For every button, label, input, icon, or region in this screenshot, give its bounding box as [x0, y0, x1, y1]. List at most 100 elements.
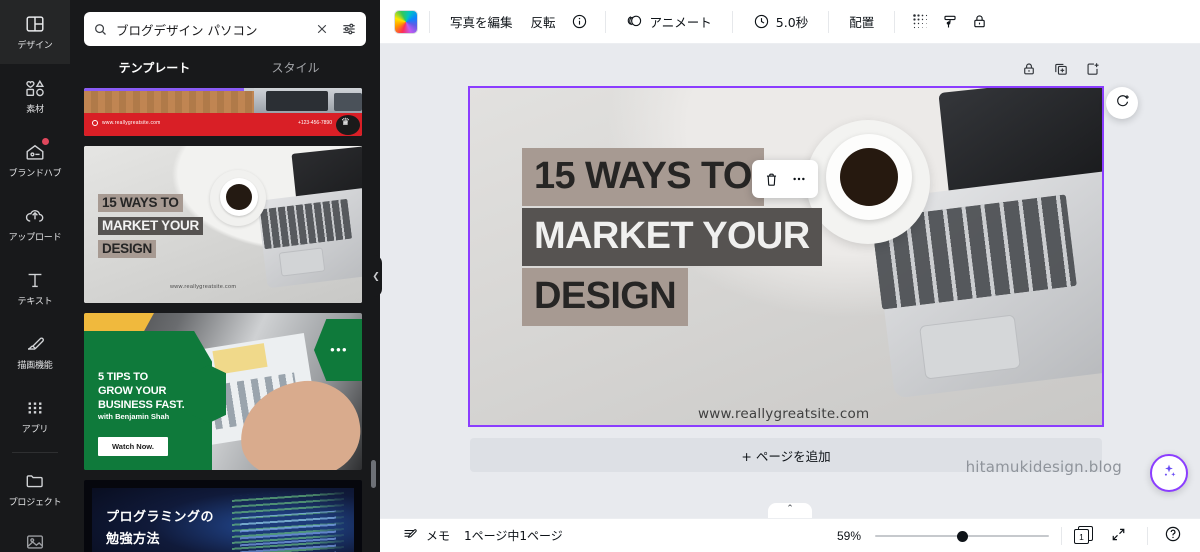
templates-panel: ブログデザイン パソコン テンプレート スタイル www.reallygreat…: [70, 0, 380, 552]
status-divider: [1061, 526, 1062, 545]
apps-icon: [24, 397, 46, 419]
arrange-button[interactable]: 配置: [840, 7, 883, 37]
design-headline-line-1[interactable]: 15 WAYS TO: [522, 148, 764, 206]
image-icon: [24, 531, 46, 552]
template-thumbnail[interactable]: 15 WAYS TO MARKET YOUR DESIGN www.really…: [84, 146, 362, 303]
design-page[interactable]: 15 WAYS TO MARKET YOUR DESIGN www.really…: [468, 86, 1104, 427]
expand-icon: [1110, 526, 1127, 546]
sidebar-item-brand-hub[interactable]: ブランドハブ: [0, 128, 70, 192]
more-dots-icon[interactable]: [787, 167, 811, 191]
zoom-slider-knob[interactable]: [957, 530, 968, 542]
rotate-button[interactable]: [1106, 87, 1138, 119]
search-icon: [93, 22, 108, 37]
template-thumbnail[interactable]: プログラミングの 勉強方法 HOW TO STUDY PROGRAMMING: [84, 480, 362, 552]
more-dots-icon: •••: [330, 342, 348, 357]
animate-icon: [626, 13, 644, 31]
thumb-line-1: 5 TIPS TO: [98, 371, 148, 383]
canvas-area[interactable]: 15 WAYS TO MARKET YOUR DESIGN www.really…: [380, 44, 1200, 518]
rotate-icon: [1114, 92, 1131, 114]
chevron-up-icon: ⌃: [786, 503, 794, 513]
sidebar-item-design[interactable]: デザイン: [0, 0, 70, 64]
sidebar-item-label: アプリ: [21, 424, 49, 434]
transparency-button[interactable]: [906, 7, 936, 37]
delete-icon[interactable]: [760, 167, 784, 191]
search-value: ブログデザイン パソコン: [116, 22, 258, 38]
magic-assistant-button[interactable]: [1150, 454, 1188, 492]
sidebar-item-text[interactable]: テキスト: [0, 256, 70, 320]
edit-photo-button[interactable]: 写真を編集: [441, 7, 522, 37]
rail-divider: [12, 452, 58, 453]
search-input[interactable]: ブログデザイン パソコン: [84, 12, 366, 46]
flip-button[interactable]: 反転: [522, 7, 565, 37]
template-thumbnail[interactable]: ••• 5 TIPS TO GROW YOUR BUSINESS FAST. w…: [84, 313, 362, 470]
sidebar-item-label: デザイン: [17, 40, 53, 50]
tab-templates[interactable]: テンプレート: [84, 59, 225, 85]
info-button[interactable]: [565, 7, 594, 37]
template-thumbnail[interactable]: www.reallygreatsite.com +123-456-7890: [84, 88, 362, 136]
notes-button[interactable]: メモ: [394, 523, 458, 549]
sidebar-item-label: 描画機能: [17, 360, 53, 370]
sidebar-item-projects[interactable]: プロジェクト: [0, 457, 70, 521]
panel-collapse-handle[interactable]: ❮: [370, 255, 382, 297]
sidebar-item-label: 素材: [26, 104, 44, 114]
duration-label: 5.0秒: [775, 15, 809, 30]
add-page-icon[interactable]: [1084, 60, 1102, 78]
fullscreen-button[interactable]: [1102, 523, 1135, 549]
thumb-line-3: BUSINESS FAST.: [98, 398, 185, 411]
thumb-code-lines-2: [240, 510, 336, 552]
help-button[interactable]: [1160, 523, 1186, 549]
flip-label: 反転: [530, 15, 556, 30]
magic-sparkle-icon: [1159, 461, 1179, 486]
notes-label: メモ: [426, 529, 451, 543]
page-grid-icon[interactable]: 1: [1074, 526, 1094, 545]
design-headline-line-2[interactable]: MARKET YOUR: [522, 208, 822, 266]
sidebar-item-label: アップロード: [8, 232, 62, 242]
sidebar-item-label: プロジェクト: [8, 497, 62, 507]
lock-button[interactable]: [965, 7, 994, 37]
thumb-url: www.reallygreatsite.com: [170, 284, 237, 290]
design-url-text[interactable]: www.reallygreatsite.com: [698, 406, 869, 422]
sidebar-item-apps[interactable]: アプリ: [0, 384, 70, 448]
design-icon: [24, 13, 46, 35]
thumb-device-2: [334, 93, 362, 111]
thumb-device: [266, 91, 328, 111]
globe-icon: [92, 120, 98, 126]
sidebar-item-label: ブランドハブ: [8, 168, 62, 178]
rainbow-color-swatch[interactable]: [394, 9, 418, 34]
left-icon-rail: デザイン 素材 ブランドハブ アップロード テキスト 描画機能 アプリ プロジェ…: [0, 0, 70, 552]
design-headline-line-3[interactable]: DESIGN: [522, 268, 689, 326]
notes-icon: [402, 526, 419, 546]
animate-button[interactable]: アニメート: [617, 7, 721, 37]
sidebar-item-partial[interactable]: [0, 521, 70, 551]
element-float-toolbar: [752, 160, 818, 198]
page-grid-front: 1: [1074, 529, 1089, 544]
template-thumbnail-list: www.reallygreatsite.com +123-456-7890 15…: [84, 88, 366, 552]
thumb-line-3: DESIGN: [98, 240, 156, 258]
thumb-wood: [84, 91, 254, 113]
lock-icon[interactable]: [1020, 60, 1038, 78]
notification-badge: [42, 138, 49, 145]
panel-scrollbar[interactable]: [371, 460, 376, 488]
paint-roller-button[interactable]: [936, 7, 965, 37]
toolbar-divider: [894, 10, 896, 33]
sidebar-item-draw[interactable]: 描画機能: [0, 320, 70, 384]
edit-photo-label: 写真を編集: [450, 15, 513, 30]
zoom-slider[interactable]: [875, 528, 1049, 544]
sidebar-item-upload[interactable]: アップロード: [0, 192, 70, 256]
coffee-liquid: [226, 184, 252, 210]
tab-styles[interactable]: スタイル: [225, 59, 366, 85]
toolbar-divider: [429, 10, 430, 33]
duration-button[interactable]: 5.0秒: [744, 7, 817, 37]
help-icon: [1164, 525, 1182, 546]
animate-label: アニメート: [649, 15, 712, 30]
timeline-expand-handle[interactable]: ⌃: [768, 503, 812, 518]
editor-status-bar: メモ 1ページ中1ページ 59% 1: [380, 518, 1200, 552]
thumb-subtitle: with Benjamin Shah: [98, 412, 170, 421]
sidebar-item-elements[interactable]: 素材: [0, 64, 70, 128]
thumb-line-1: プログラミングの: [106, 510, 215, 525]
elements-icon: [24, 77, 46, 99]
thumb-line-1: 15 WAYS TO: [98, 194, 183, 212]
duplicate-page-icon[interactable]: [1052, 60, 1070, 78]
filter-icon[interactable]: [341, 21, 357, 37]
close-icon[interactable]: [315, 22, 329, 36]
